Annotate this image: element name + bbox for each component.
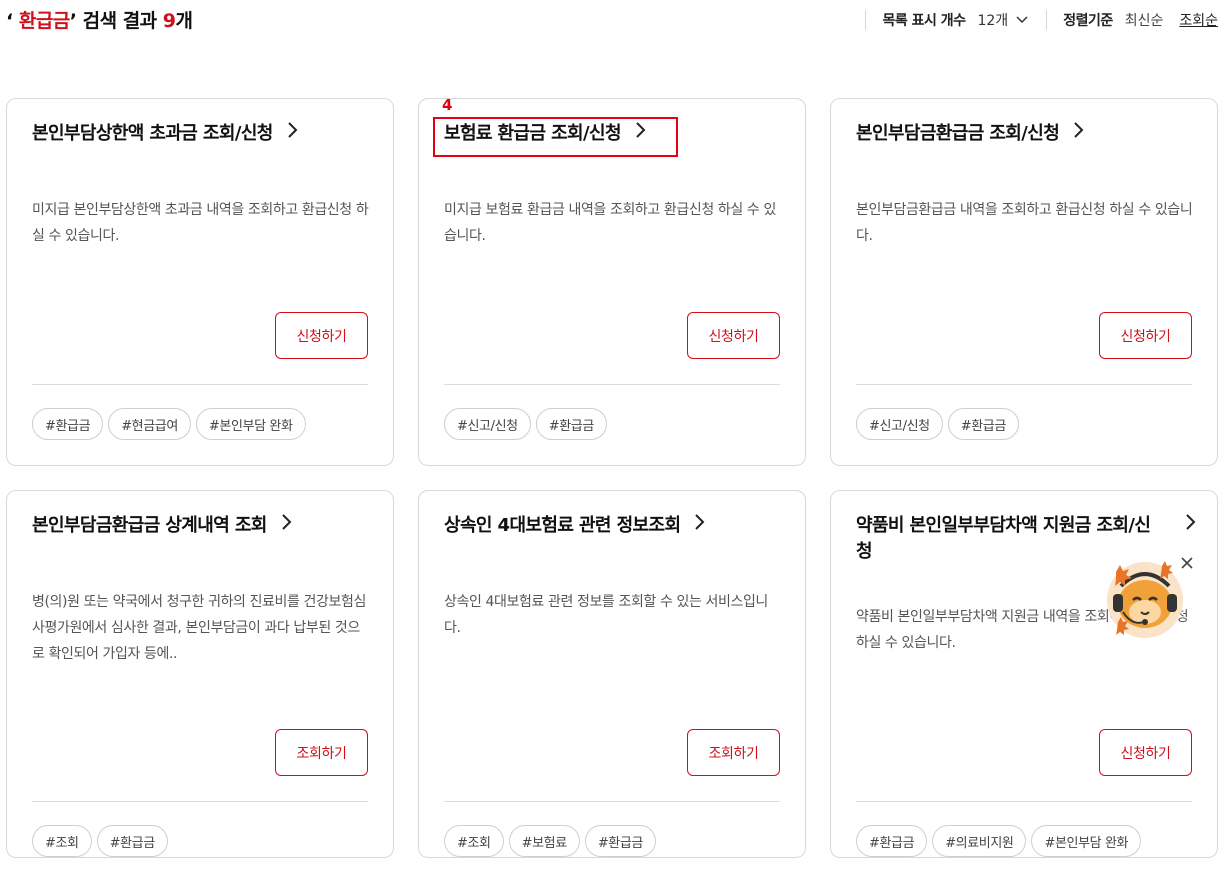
card-description: 미지급 보험료 환급금 내역을 조회하고 환급신청 하실 수 있습니다. [444,202,776,244]
card-title-link[interactable]: 상속인 4대보험료 관련 정보조회 [444,513,784,539]
mascot-character-icon[interactable] [1104,556,1186,638]
tag[interactable]: #의료비지원 [932,825,1027,857]
service-card: 약품비 본인일부부담차액 지원금 조회/신청 약품비 본인일부부담차액 지원금 … [830,490,1218,858]
chevron-right-icon [694,513,705,539]
result-text: 검색 결과 [76,10,163,32]
inquiry-button[interactable]: 조회하기 [687,729,780,776]
card-title-link[interactable]: 본인부담금환급금 상계내역 조회 [32,513,372,539]
divider [865,10,867,30]
service-card: 본인부담상한액 초과금 조회/신청 미지급 본인부담상한액 초과금 내역을 조회… [6,98,394,466]
card-title: 본인부담금환급금 조회/신청 [856,123,1060,144]
quote-close: ’ [69,10,77,32]
tag[interactable]: #환급금 [856,825,928,857]
tag[interactable]: #신고/신청 [856,408,943,440]
sort-option-views[interactable]: 조회순 [1179,10,1218,30]
divider [1046,10,1048,30]
tag-list: #조회 #보험료 #환급금 [444,825,656,857]
divider [32,801,368,802]
per-page-label: 목록 표시 개수 [882,13,966,29]
divider [444,801,780,802]
tag[interactable]: #현금급여 [108,408,191,440]
chevron-right-icon [281,513,292,539]
per-page-value: 12개 [977,13,1009,29]
card-title: 본인부담상한액 초과금 조회/신청 [32,123,273,144]
tag-list: #환급금 #현금급여 #본인부담 완화 [32,408,306,440]
apply-button[interactable]: 신청하기 [275,312,368,359]
service-card: 보험료 환급금 조회/신청 미지급 보험료 환급금 내역을 조회하고 환급신청 … [418,98,806,466]
chevron-right-icon [287,121,298,147]
card-title: 상속인 4대보험료 관련 정보조회 [444,515,681,536]
tag[interactable]: #환급금 [584,825,656,857]
tag-list: #신고/신청 #환급금 [856,408,1019,440]
service-card: 본인부담금환급금 상계내역 조회 병(의)원 또는 약국에서 청구한 귀하의 진… [6,490,394,858]
tag-list: #환급금 #의료비지원 #본인부담 완화 [856,825,1142,857]
result-count: 9 [162,10,176,32]
result-count-unit: 개 [175,10,193,32]
tag[interactable]: #환급금 [96,825,168,857]
apply-button[interactable]: 신청하기 [1099,312,1192,359]
card-description: 미지급 본인부담상한액 초과금 내역을 조회하고 환급신청 하실 수 있습니다. [32,202,369,244]
tag[interactable]: #환급금 [32,408,104,440]
tag[interactable]: #환급금 [947,408,1019,440]
sort-option-latest[interactable]: 최신순 [1125,10,1164,30]
tag-list: #신고/신청 #환급금 [444,408,607,440]
card-description: 상속인 4대보험료 관련 정보를 조회할 수 있는 서비스입니다. [444,594,768,636]
list-controls: 목록 표시 개수 12개 정렬기준 최신순 조회순 [865,9,1218,31]
tag[interactable]: #조회 [32,825,92,857]
divider [856,384,1192,385]
divider [856,801,1192,802]
tag[interactable]: #조회 [444,825,504,857]
chevron-down-icon [1016,13,1028,27]
tag-list: #조회 #환급금 [32,825,168,857]
apply-button[interactable]: 신청하기 [1099,729,1192,776]
chevron-right-icon [1073,121,1084,147]
chevron-right-icon [635,121,646,147]
search-result-header: ‘ 환급금’ 검색 결과 9개 목록 표시 개수 12개 정렬기준 최신순 조회… [0,0,1225,44]
search-keyword: 환급금 [18,10,70,32]
tag[interactable]: #본인부담 완화 [195,408,306,440]
apply-button[interactable]: 신청하기 [687,312,780,359]
card-title-link[interactable]: 본인부담금환급금 조회/신청 [856,121,1196,147]
sort-label: 정렬기준 [1063,13,1113,29]
annotation-number: 4 [442,96,453,114]
card-title-link[interactable]: 보험료 환급금 조회/신청 [444,121,784,147]
card-title: 본인부담금환급금 상계내역 조회 [32,515,267,536]
search-result-title: ‘ 환급금’ 검색 결과 9개 [6,6,193,33]
card-description: 병(의)원 또는 약국에서 청구한 귀하의 진료비를 건강보험심사평가원에서 심… [32,594,366,662]
divider [32,384,368,385]
close-icon[interactable] [1178,556,1196,574]
tag[interactable]: #본인부담 완화 [1031,825,1142,857]
service-card: 본인부담금환급금 조회/신청 본인부담금환급금 내역을 조회하고 환급신청 하실… [830,98,1218,466]
card-title-link[interactable]: 본인부담상한액 초과금 조회/신청 [32,121,372,147]
card-description: 본인부담금환급금 내역을 조회하고 환급신청 하실 수 있습니다. [856,202,1193,244]
divider [444,384,780,385]
per-page-select[interactable]: 12개 [977,10,1028,30]
card-title: 보험료 환급금 조회/신청 [444,123,622,144]
service-card: 상속인 4대보험료 관련 정보조회 상속인 4대보험료 관련 정보를 조회할 수… [418,490,806,858]
tag[interactable]: #환급금 [535,408,607,440]
chevron-right-icon [1185,513,1196,539]
tag[interactable]: #신고/신청 [444,408,531,440]
tag[interactable]: #보험료 [508,825,580,857]
inquiry-button[interactable]: 조회하기 [275,729,368,776]
quote-open: ‘ [6,10,19,32]
